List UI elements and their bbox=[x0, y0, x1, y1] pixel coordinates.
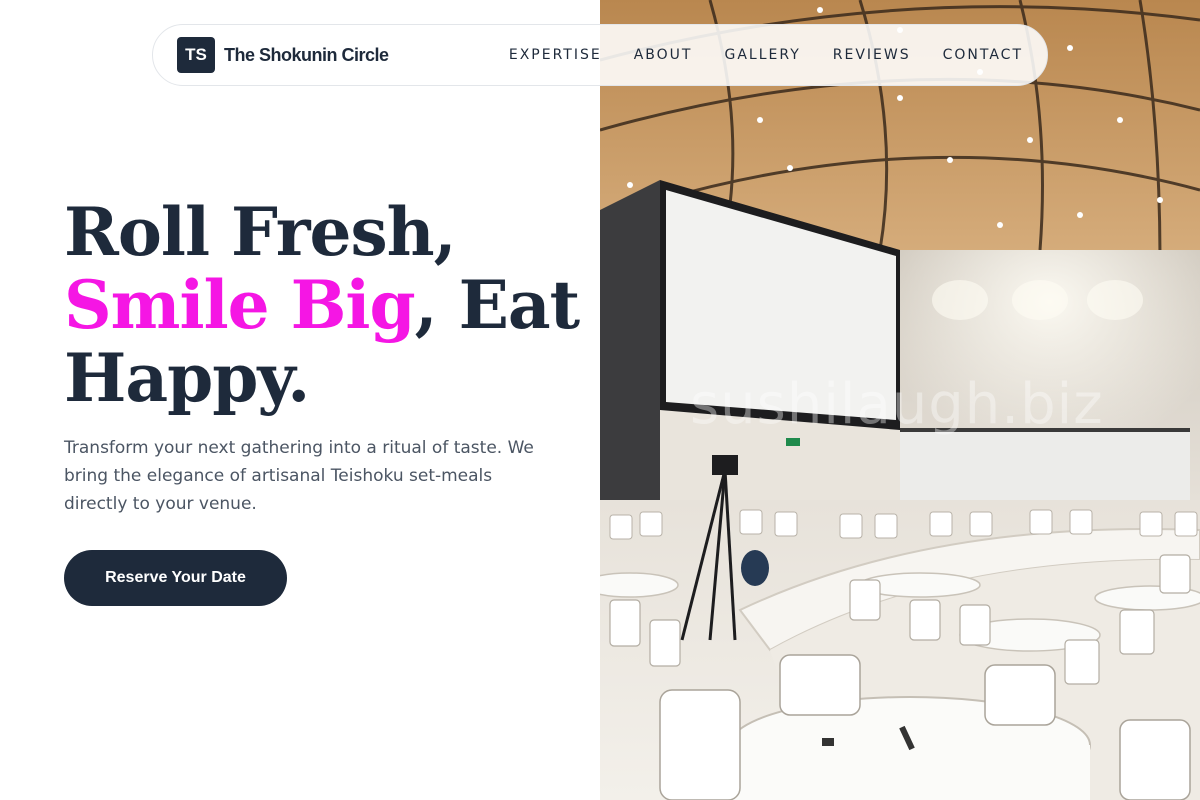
nav-link-expertise[interactable]: EXPERTISE bbox=[509, 47, 602, 63]
top-navigation: TS The Shokunin Circle EXPERTISE ABOUT G… bbox=[152, 24, 1048, 86]
nav-menu: EXPERTISE ABOUT GALLERY REVIEWS CONTACT bbox=[509, 47, 1023, 63]
reserve-date-button[interactable]: Reserve Your Date bbox=[64, 550, 287, 606]
hero-headline: Roll Fresh, Smile Big, Eat Happy. bbox=[64, 196, 584, 415]
headline-line-1: Roll Fresh, bbox=[64, 193, 457, 271]
nav-link-reviews[interactable]: REVIEWS bbox=[833, 47, 911, 63]
watermark-text: sushilaugh.biz bbox=[690, 372, 1104, 437]
logo-badge: TS bbox=[177, 37, 215, 73]
nav-link-about[interactable]: ABOUT bbox=[634, 47, 693, 63]
nav-link-gallery[interactable]: GALLERY bbox=[724, 47, 800, 63]
brand[interactable]: TS The Shokunin Circle bbox=[177, 37, 389, 73]
hero-description: Transform your next gathering into a rit… bbox=[64, 438, 534, 514]
hero-image: sushilaugh.biz bbox=[600, 0, 1200, 800]
headline-line-3: Happy. bbox=[64, 339, 310, 417]
headline-line-2-rest: , Eat bbox=[414, 266, 581, 344]
headline-accent: Smile Big bbox=[64, 266, 416, 344]
brand-name: The Shokunin Circle bbox=[224, 44, 389, 65]
nav-link-contact[interactable]: CONTACT bbox=[943, 47, 1023, 63]
